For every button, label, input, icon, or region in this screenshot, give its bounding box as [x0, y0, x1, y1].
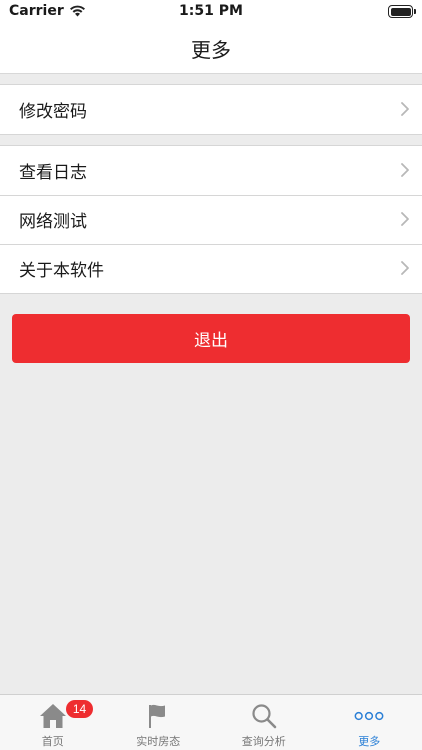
menu-item-change-password[interactable]: 修改密码: [0, 85, 422, 134]
logout-button[interactable]: 退出: [12, 314, 410, 363]
home-icon: [38, 703, 68, 729]
menu-group-account: 修改密码: [0, 84, 422, 135]
more-dots-icon: [354, 703, 384, 729]
tab-label: 更多: [358, 735, 381, 748]
menu-item-view-logs[interactable]: 查看日志: [0, 146, 422, 195]
navigation-bar: 更多: [0, 24, 422, 74]
tab-more[interactable]: 更多: [317, 695, 422, 750]
menu-item-label: 修改密码: [19, 102, 87, 122]
menu-item-label: 网络测试: [19, 212, 87, 232]
menu-group-tools: 查看日志 网络测试 关于本软件: [0, 145, 422, 294]
status-bar: Carrier 1:51 PM: [0, 0, 422, 24]
page-title: 更多: [191, 38, 231, 62]
tab-home[interactable]: 首页 14: [0, 695, 106, 750]
flag-icon: [143, 703, 173, 729]
menu-item-about[interactable]: 关于本软件: [0, 244, 422, 293]
notification-badge: 14: [66, 700, 93, 718]
tab-label: 实时房态: [136, 735, 181, 748]
status-time: 1:51 PM: [179, 3, 243, 19]
tab-live-status[interactable]: 实时房态: [106, 695, 212, 750]
tab-label: 首页: [41, 735, 64, 748]
tab-bar: 首页 14 实时房态 查询分析 更多: [0, 694, 422, 750]
battery-icon: [388, 5, 416, 18]
tab-query-analysis[interactable]: 查询分析: [211, 695, 317, 750]
tab-label: 查询分析: [241, 735, 286, 748]
menu-item-label: 查看日志: [19, 163, 87, 183]
menu-item-network-test[interactable]: 网络测试: [0, 195, 422, 244]
search-icon: [249, 703, 279, 729]
chevron-right-icon: [401, 163, 409, 177]
menu-item-label: 关于本软件: [19, 261, 104, 281]
chevron-right-icon: [401, 212, 409, 226]
chevron-right-icon: [401, 102, 409, 116]
chevron-right-icon: [401, 261, 409, 275]
